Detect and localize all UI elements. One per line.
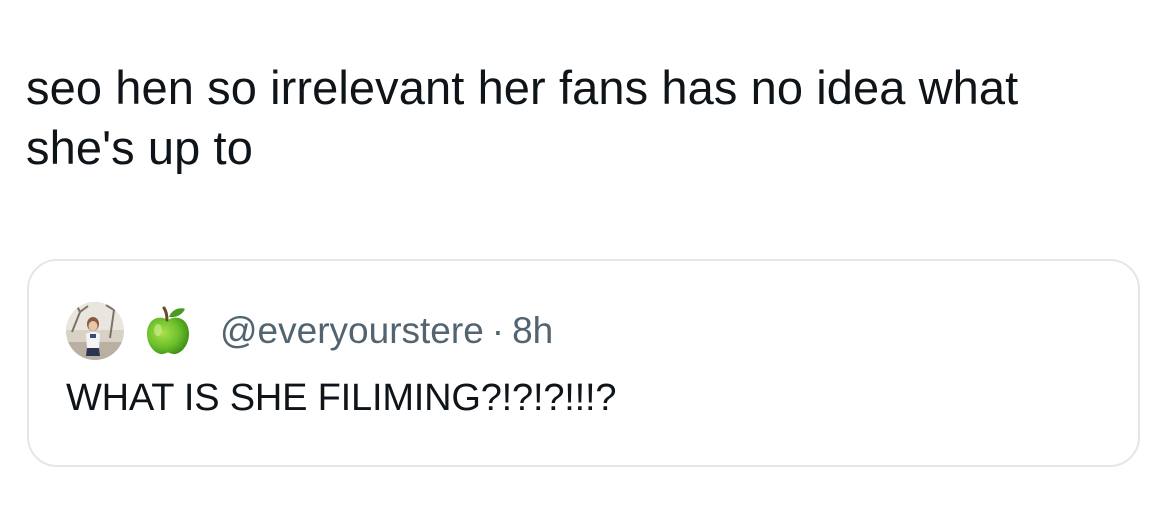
quoted-tweet-handle[interactable]: @everyourstere xyxy=(220,309,484,353)
tweet: seo hen so irrelevant her fans has no id… xyxy=(0,0,1170,530)
tweet-text: seo hen so irrelevant her fans has no id… xyxy=(26,61,1019,174)
quoted-tweet-text: WHAT IS SHE FILIMING?!?!?!!!? xyxy=(66,377,617,419)
quoted-tweet-card[interactable]: @everyourstere · 8h WHAT IS SHE FILIMING… xyxy=(27,259,1140,467)
separator-dot: · xyxy=(491,310,505,351)
quoted-tweet-time[interactable]: 8h xyxy=(512,309,553,353)
green-apple-emoji-icon xyxy=(144,306,192,356)
quoted-tweet-header: @everyourstere · 8h xyxy=(66,301,553,361)
profile-photo-icon[interactable] xyxy=(66,302,124,360)
avatar-image xyxy=(66,302,124,360)
